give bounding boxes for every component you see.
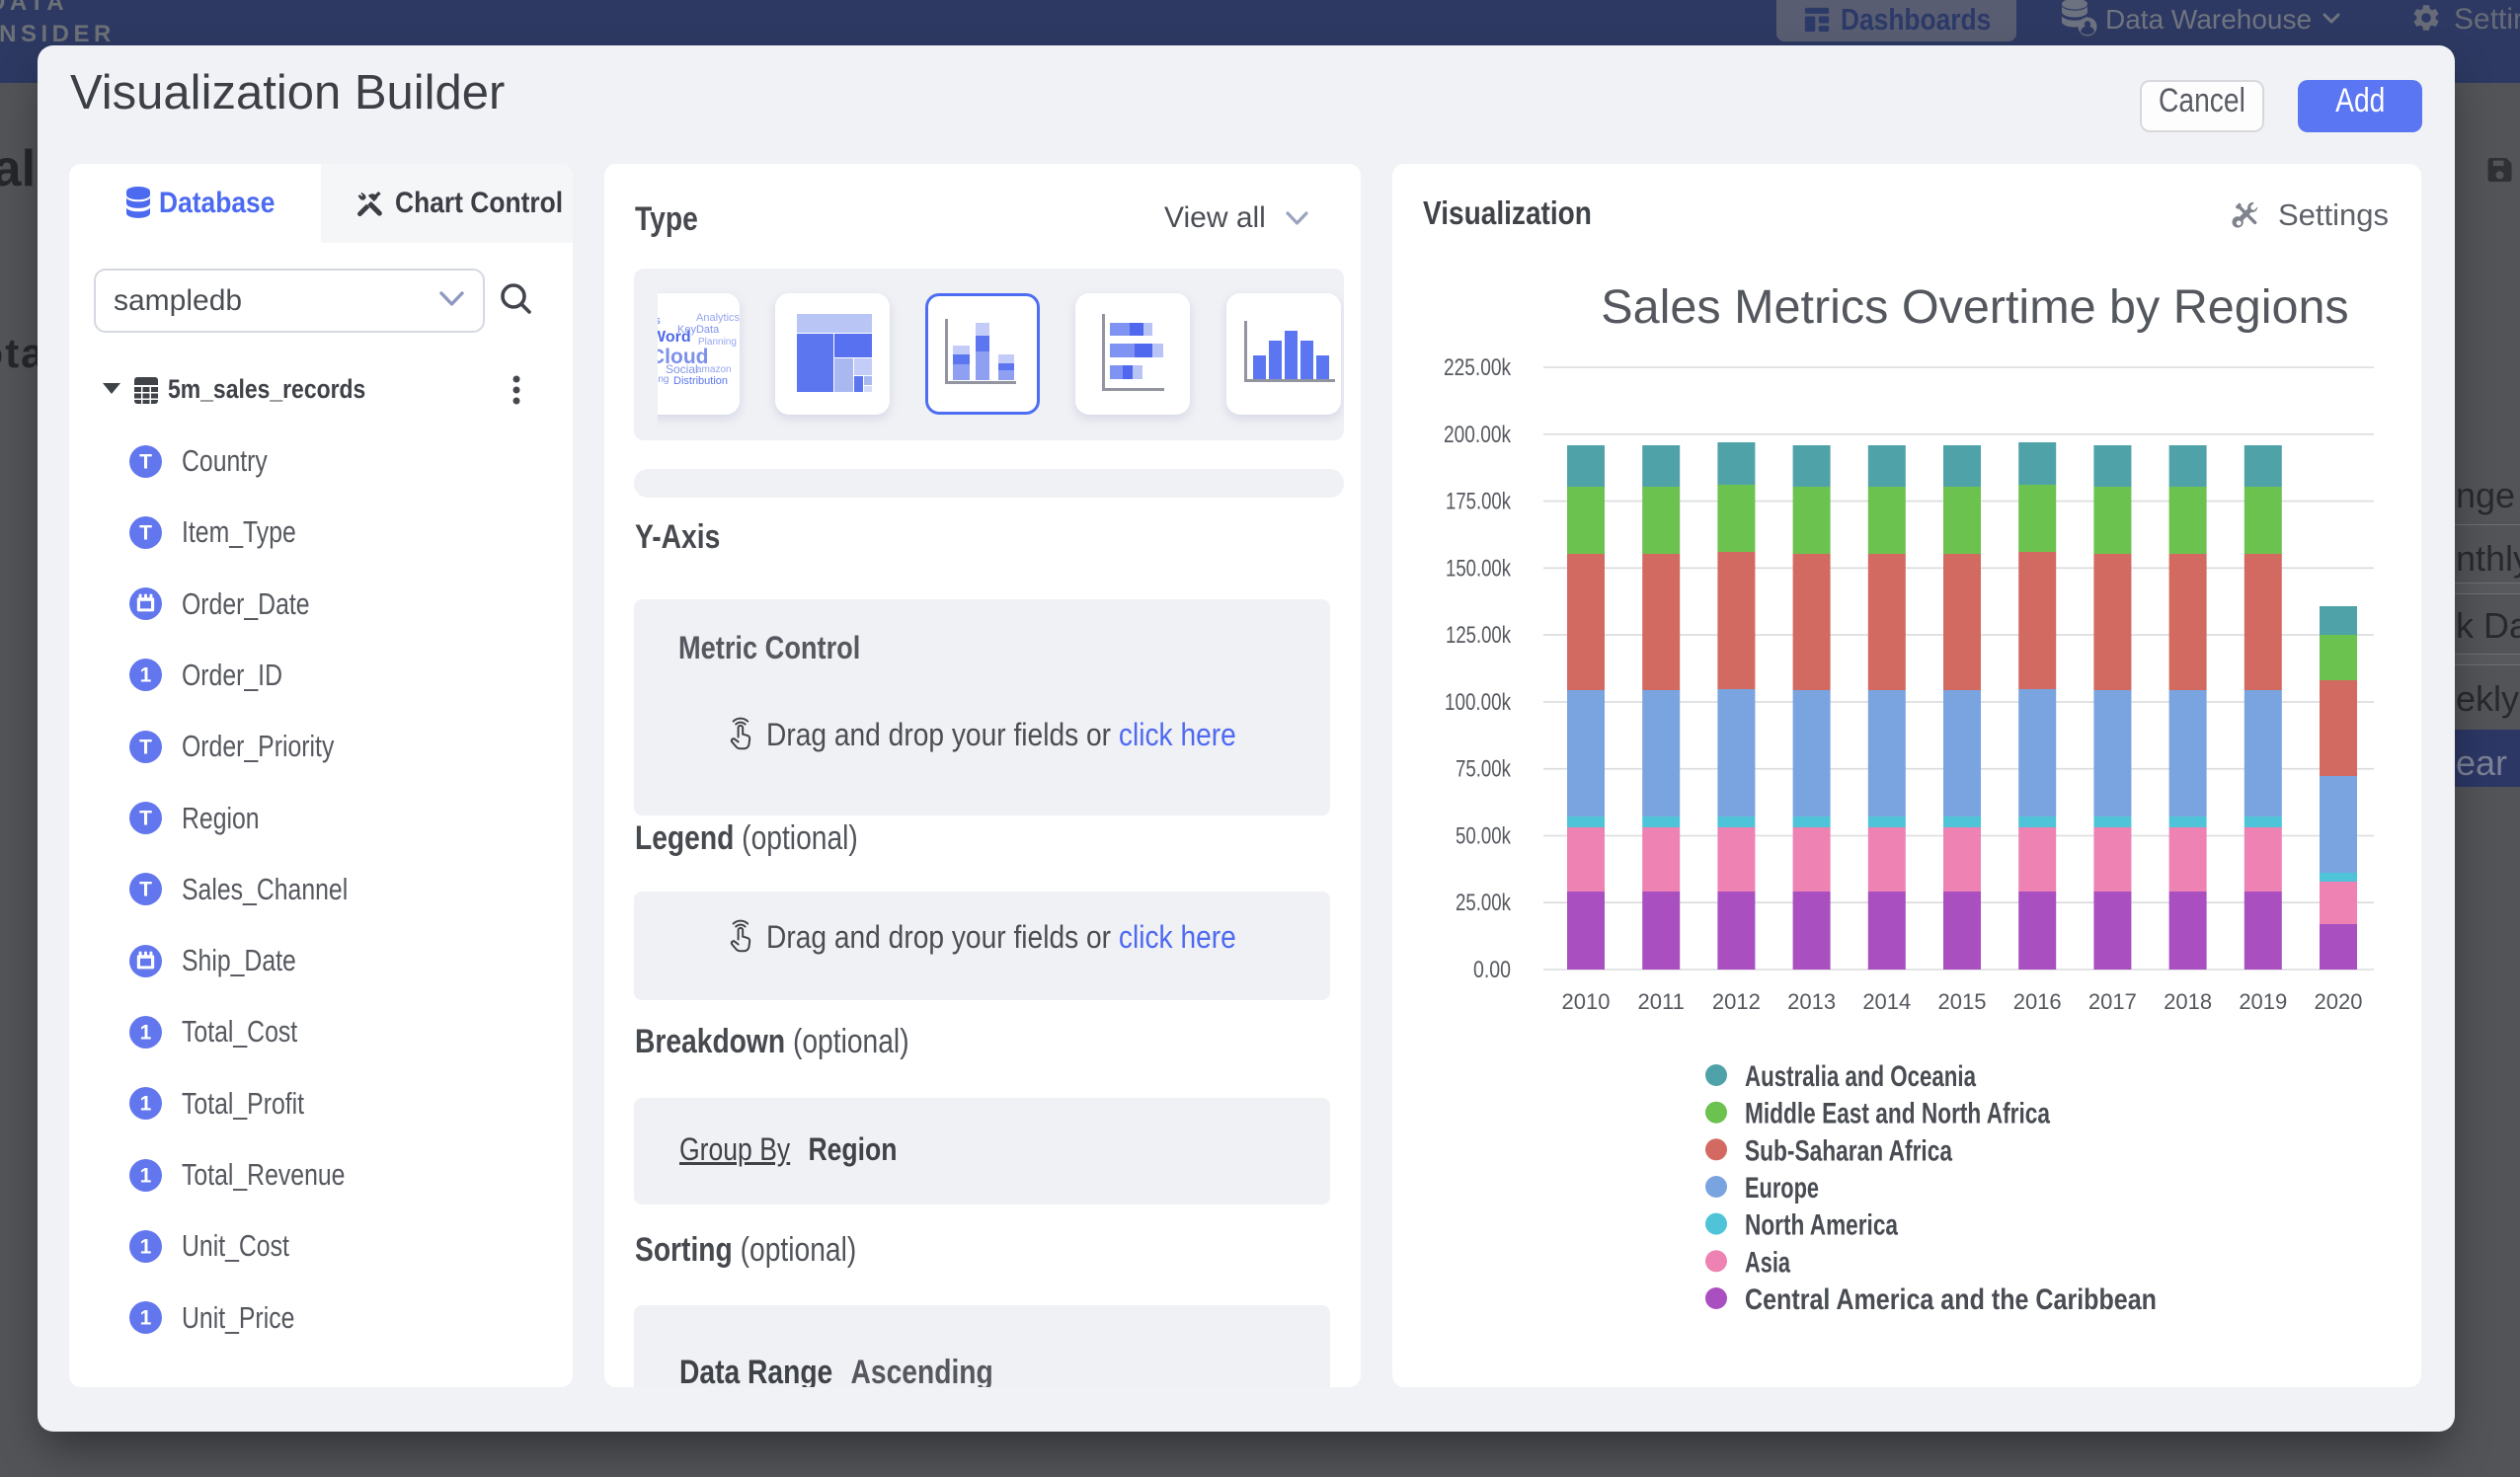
svg-text:1: 1 bbox=[140, 1164, 152, 1187]
svg-text:Central America and the Caribb: Central America and the Caribbean bbox=[1745, 1283, 2157, 1316]
svg-text:2012: 2012 bbox=[1712, 989, 1761, 1014]
svg-text:2019: 2019 bbox=[2239, 989, 2287, 1014]
svg-text:1: 1 bbox=[140, 1307, 152, 1330]
svg-text:Middle East and North Africa: Middle East and North Africa bbox=[1745, 1098, 2050, 1130]
svg-text:T: T bbox=[139, 808, 152, 830]
svg-text:25.00k: 25.00k bbox=[1456, 890, 1512, 916]
svg-text:175.00k: 175.00k bbox=[1446, 489, 1512, 515]
svg-text:150.00k: 150.00k bbox=[1446, 555, 1512, 582]
svg-text:0.00: 0.00 bbox=[1473, 957, 1511, 983]
svg-text:2016: 2016 bbox=[2013, 989, 2062, 1014]
svg-text:125.00k: 125.00k bbox=[1446, 622, 1512, 649]
svg-text:2011: 2011 bbox=[1638, 989, 1685, 1014]
svg-text:2014: 2014 bbox=[1862, 989, 1911, 1014]
svg-text:North America: North America bbox=[1745, 1209, 1898, 1242]
svg-text:100.00k: 100.00k bbox=[1445, 689, 1512, 716]
svg-text:225.00k: 225.00k bbox=[1444, 354, 1512, 381]
svg-text:2017: 2017 bbox=[2088, 989, 2137, 1014]
svg-text:T: T bbox=[139, 879, 152, 901]
svg-text:T: T bbox=[139, 736, 152, 758]
svg-text:1: 1 bbox=[140, 1235, 152, 1258]
svg-text:Europe: Europe bbox=[1745, 1172, 1819, 1205]
svg-text:1: 1 bbox=[140, 1093, 152, 1116]
svg-text:2010: 2010 bbox=[1562, 989, 1611, 1014]
svg-text:1: 1 bbox=[140, 1021, 152, 1044]
svg-text:2018: 2018 bbox=[2164, 989, 2212, 1014]
svg-text:2020: 2020 bbox=[2315, 989, 2363, 1014]
svg-text:2015: 2015 bbox=[1938, 989, 1987, 1014]
svg-text:Asia: Asia bbox=[1745, 1246, 1790, 1279]
svg-text:1: 1 bbox=[140, 664, 152, 687]
svg-text:50.00k: 50.00k bbox=[1456, 823, 1512, 850]
svg-text:Australia and Oceania: Australia and Oceania bbox=[1745, 1060, 1976, 1093]
svg-text:75.00k: 75.00k bbox=[1456, 756, 1512, 783]
svg-text:Sub-Saharan Africa: Sub-Saharan Africa bbox=[1745, 1134, 1952, 1167]
svg-text:T: T bbox=[139, 450, 152, 473]
svg-text:2013: 2013 bbox=[1787, 989, 1836, 1014]
svg-text:200.00k: 200.00k bbox=[1444, 422, 1512, 448]
svg-text:T: T bbox=[139, 521, 152, 544]
